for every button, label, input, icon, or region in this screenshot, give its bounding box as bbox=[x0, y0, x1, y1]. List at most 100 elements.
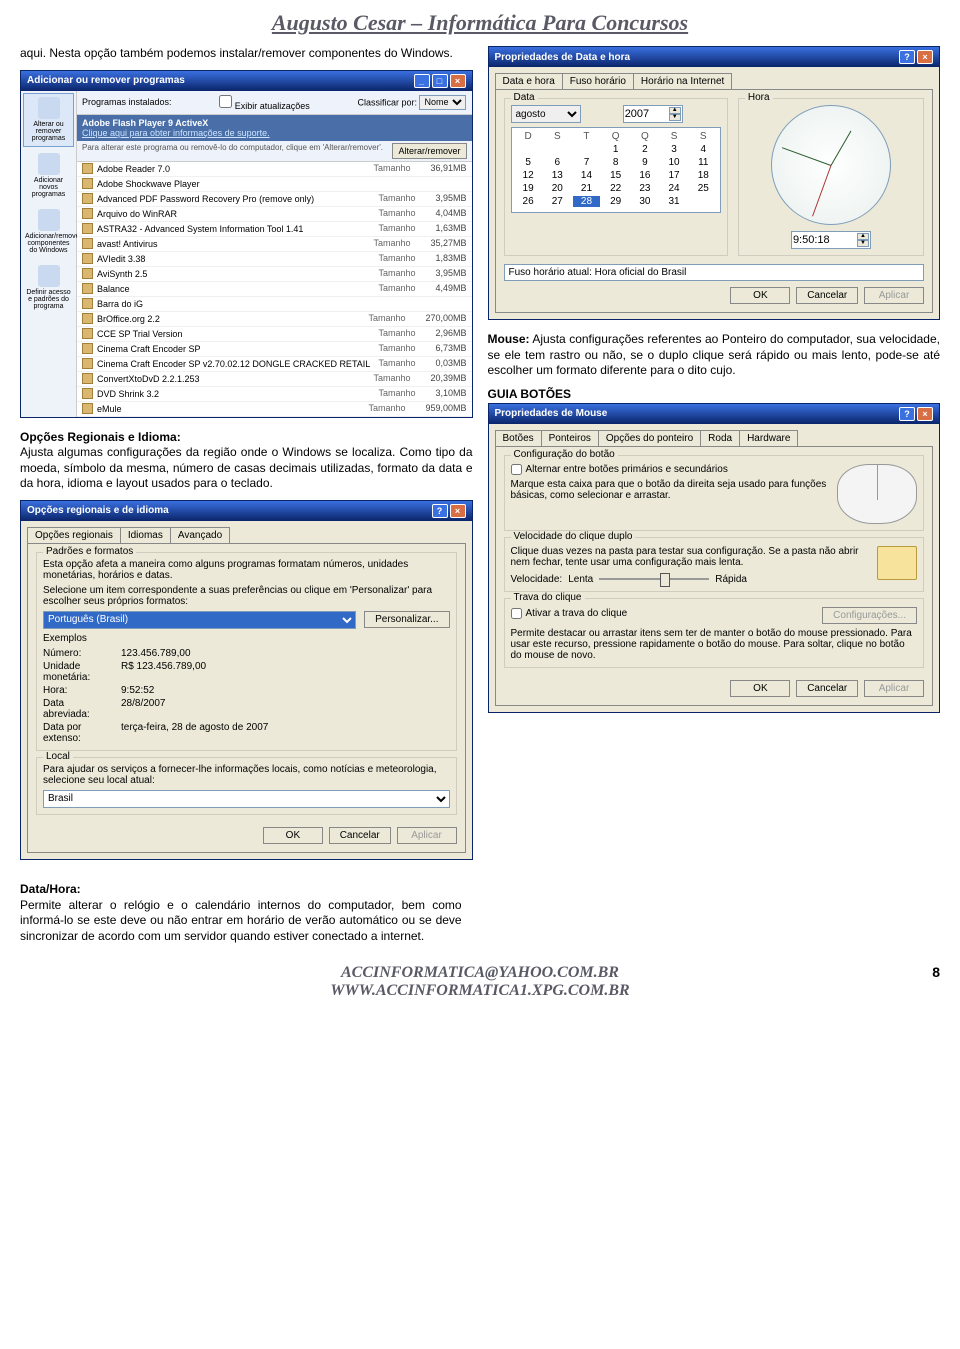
speed-slider[interactable] bbox=[599, 578, 709, 580]
day-cell[interactable]: 8 bbox=[602, 157, 629, 168]
table-row[interactable]: CCE SP Trial VersionTamanho2,96MB bbox=[77, 327, 472, 342]
clicklock-checkbox[interactable]: Ativar a trava do clique bbox=[511, 608, 628, 619]
table-row[interactable]: DVD Shrink 3.2Tamanho3,10MB bbox=[77, 387, 472, 402]
day-cell[interactable]: 24 bbox=[660, 183, 687, 194]
day-cell[interactable]: 29 bbox=[602, 196, 629, 207]
table-row[interactable]: Advanced PDF Password Recovery Pro (remo… bbox=[77, 192, 472, 207]
day-cell[interactable]: 15 bbox=[602, 170, 629, 181]
ok-button[interactable]: OK bbox=[730, 680, 790, 697]
day-cell[interactable]: 31 bbox=[660, 196, 687, 207]
tab-buttons[interactable]: Botões bbox=[495, 430, 542, 446]
year-input[interactable]: 2007 bbox=[625, 108, 649, 120]
day-cell[interactable]: 12 bbox=[515, 170, 542, 181]
tab-hardware[interactable]: Hardware bbox=[739, 430, 798, 446]
sidebar-item-components[interactable]: Adicionar/remover componentes do Windows bbox=[23, 205, 74, 259]
tab-internet[interactable]: Horário na Internet bbox=[633, 73, 732, 89]
table-row[interactable]: Adobe Shockwave Player bbox=[77, 177, 472, 192]
table-row[interactable]: ConvertXtoDvD 2.2.1.253Tamanho20,39MB bbox=[77, 372, 472, 387]
day-cell[interactable]: 10 bbox=[660, 157, 687, 168]
close-icon[interactable]: × bbox=[450, 504, 466, 518]
day-cell[interactable]: 7 bbox=[573, 157, 600, 168]
minimize-icon[interactable]: _ bbox=[414, 74, 430, 88]
day-cell[interactable]: 23 bbox=[631, 183, 658, 194]
help-icon[interactable]: ? bbox=[432, 504, 448, 518]
day-cell[interactable]: 21 bbox=[573, 183, 600, 194]
locale-select[interactable]: Português (Brasil) bbox=[43, 611, 356, 629]
sidebar-item-change[interactable]: Alterar ou remover programas bbox=[23, 93, 74, 147]
ok-button[interactable]: OK bbox=[263, 827, 323, 844]
help-icon[interactable]: ? bbox=[899, 407, 915, 421]
day-cell[interactable]: 26 bbox=[515, 196, 542, 207]
tab-advanced[interactable]: Avançado bbox=[170, 527, 230, 543]
day-cell[interactable]: 16 bbox=[631, 170, 658, 181]
maximize-icon[interactable]: □ bbox=[432, 74, 448, 88]
day-cell[interactable]: 25 bbox=[690, 183, 717, 194]
day-cell[interactable]: 1 bbox=[602, 144, 629, 155]
month-select[interactable]: agosto bbox=[511, 105, 581, 123]
folder-icon[interactable] bbox=[877, 546, 917, 580]
close-icon[interactable]: × bbox=[917, 50, 933, 64]
tab-languages[interactable]: Idiomas bbox=[120, 527, 171, 543]
tab-timezone[interactable]: Fuso horário bbox=[562, 73, 634, 89]
day-cell[interactable]: 9 bbox=[631, 157, 658, 168]
program-list[interactable]: Adobe Reader 7.0Tamanho36,91MBAdobe Shoc… bbox=[77, 162, 472, 417]
table-row[interactable]: Cinema Craft Encoder SP v2.70.02.12 DONG… bbox=[77, 357, 472, 372]
day-cell[interactable]: 5 bbox=[515, 157, 542, 168]
time-input[interactable]: 9:50:18 bbox=[793, 234, 830, 246]
day-cell[interactable]: 19 bbox=[515, 183, 542, 194]
apply-button[interactable]: Aplicar bbox=[397, 827, 457, 844]
day-cell[interactable]: 18 bbox=[690, 170, 717, 181]
support-link[interactable]: Clique aqui para obter informações de su… bbox=[82, 128, 270, 138]
day-cell[interactable]: 2 bbox=[631, 144, 658, 155]
table-row[interactable]: BalanceTamanho4,49MB bbox=[77, 282, 472, 297]
close-icon[interactable]: × bbox=[917, 407, 933, 421]
table-row[interactable]: eMuleTamanho959,00MB bbox=[77, 402, 472, 417]
sidebar-item-add[interactable]: Adicionar novos programas bbox=[23, 149, 74, 203]
day-cell[interactable]: 28 bbox=[573, 196, 600, 207]
cancel-button[interactable]: Cancelar bbox=[329, 827, 391, 844]
spin-up-icon[interactable]: ▲ bbox=[857, 233, 869, 240]
day-cell[interactable]: 27 bbox=[544, 196, 571, 207]
show-updates-checkbox[interactable]: Exibir atualizações bbox=[219, 94, 310, 111]
apply-button[interactable]: Aplicar bbox=[864, 287, 924, 304]
table-row[interactable]: Adobe Reader 7.0Tamanho36,91MB bbox=[77, 162, 472, 177]
cancel-button[interactable]: Cancelar bbox=[796, 680, 858, 697]
close-icon[interactable]: × bbox=[450, 74, 466, 88]
swap-buttons-checkbox[interactable]: Alternar entre botões primários e secund… bbox=[511, 464, 832, 475]
day-cell[interactable]: 22 bbox=[602, 183, 629, 194]
change-remove-button[interactable]: Alterar/remover bbox=[392, 143, 466, 159]
table-row[interactable]: BrOffice.org 2.2Tamanho270,00MB bbox=[77, 312, 472, 327]
tab-datetime[interactable]: Data e hora bbox=[495, 73, 563, 89]
customize-button[interactable]: Personalizar... bbox=[364, 611, 449, 628]
table-row[interactable]: Cinema Craft Encoder SPTamanho6,73MB bbox=[77, 342, 472, 357]
day-cell[interactable]: 11 bbox=[690, 157, 717, 168]
settings-button[interactable]: Configurações... bbox=[822, 607, 917, 624]
table-row[interactable]: ASTRA32 - Advanced System Information To… bbox=[77, 222, 472, 237]
day-cell[interactable]: 6 bbox=[544, 157, 571, 168]
spin-down-icon[interactable]: ▼ bbox=[857, 240, 869, 247]
ok-button[interactable]: OK bbox=[730, 287, 790, 304]
cancel-button[interactable]: Cancelar bbox=[796, 287, 858, 304]
apply-button[interactable]: Aplicar bbox=[864, 680, 924, 697]
table-row[interactable]: avast! AntivirusTamanho35,27MB bbox=[77, 237, 472, 252]
day-cell[interactable]: 4 bbox=[690, 144, 717, 155]
table-row[interactable]: AVIedit 3.38Tamanho1,83MB bbox=[77, 252, 472, 267]
day-cell[interactable]: 20 bbox=[544, 183, 571, 194]
table-row[interactable]: Arquivo do WinRARTamanho4,04MB bbox=[77, 207, 472, 222]
calendar-grid[interactable]: DSTQQSS123456789101112131415161718192021… bbox=[511, 127, 721, 213]
selected-program[interactable]: Adobe Flash Player 9 ActiveX Clique aqui… bbox=[77, 115, 472, 141]
tab-wheel[interactable]: Roda bbox=[700, 430, 740, 446]
location-select[interactable]: Brasil bbox=[43, 790, 450, 808]
table-row[interactable]: Barra do iG bbox=[77, 297, 472, 312]
tab-regional[interactable]: Opções regionais bbox=[27, 527, 121, 543]
sort-select[interactable]: Nome bbox=[419, 95, 466, 110]
day-cell[interactable]: 13 bbox=[544, 170, 571, 181]
help-icon[interactable]: ? bbox=[899, 50, 915, 64]
spin-up-icon[interactable]: ▲ bbox=[669, 107, 681, 114]
day-cell[interactable]: 3 bbox=[660, 144, 687, 155]
tab-pointers[interactable]: Ponteiros bbox=[541, 430, 599, 446]
sidebar-item-access[interactable]: Definir acesso e padrões do programa bbox=[23, 261, 74, 315]
spin-down-icon[interactable]: ▼ bbox=[669, 114, 681, 121]
table-row[interactable]: AviSynth 2.5Tamanho3,95MB bbox=[77, 267, 472, 282]
day-cell[interactable]: 30 bbox=[631, 196, 658, 207]
